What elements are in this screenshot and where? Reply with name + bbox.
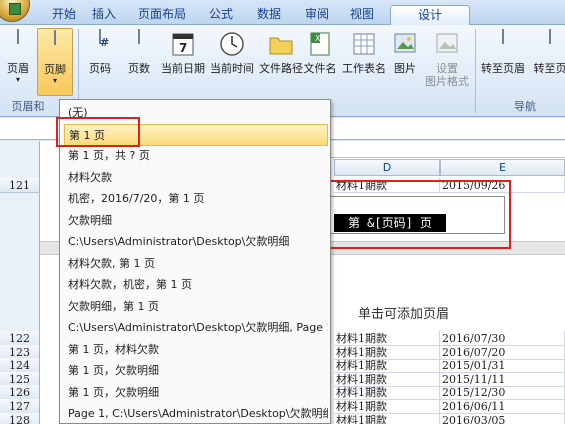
footer-dropdown-menu[interactable]: (无) 第 1 页第 1 页，共 ? 页材料欠款 机密，2016/7/20，第 1… [59, 99, 331, 424]
office-button[interactable] [0, 0, 30, 22]
group-label-navigation: 导航 [514, 100, 536, 113]
file-path-icon [268, 30, 294, 58]
goto-header-label: 转至页眉 [481, 62, 525, 75]
footer-button[interactable]: 页脚 ▾ [37, 28, 73, 96]
tab-4[interactable]: 数据 [251, 5, 287, 25]
cell-d[interactable]: 材料1期款 [334, 412, 440, 424]
page-number-label: 页码 [89, 62, 111, 75]
file-name-label: 文件名 [303, 62, 337, 75]
goto-footer-icon [537, 29, 563, 58]
goto-header-button[interactable]: 转至页眉 [480, 28, 526, 96]
dropdown-item[interactable]: 材料欠款 [64, 167, 328, 189]
header-icon [5, 29, 31, 58]
group-label-header-footer: 页眉和 [11, 100, 45, 113]
dropdown-item[interactable]: 第 1 页，欠款明细 [64, 382, 328, 404]
page-number-icon: # [87, 29, 113, 58]
annotation-box-footer [311, 180, 511, 249]
page-number-button[interactable]: # 页码 [82, 28, 118, 96]
tab-1[interactable]: 插入 [86, 5, 122, 25]
tab-0[interactable]: 开始 [46, 5, 82, 25]
dropdown-item[interactable]: 第 1 页，材料欠款 [64, 339, 328, 361]
dropdown-item[interactable]: 欠款明细 [64, 210, 328, 232]
row-number[interactable]: 121 [0, 178, 40, 193]
dropdown-item[interactable]: 第 1 页，欠款明细 [64, 360, 328, 382]
file-path-label: 文件路径 [259, 62, 303, 75]
footer-icon [42, 30, 68, 59]
picture-label: 图片 [394, 62, 416, 75]
page-count-button[interactable]: 页数 [120, 28, 158, 96]
svg-text:X: X [315, 34, 321, 43]
annotation-box-page1 [56, 117, 140, 147]
column-header-e[interactable]: E [440, 159, 565, 176]
group-separator [475, 29, 476, 113]
tab-6[interactable]: 视图 [344, 5, 380, 25]
dropdown-item[interactable]: C:\Users\Administrator\Desktop\欠款明细 [64, 231, 328, 253]
format-picture-button[interactable]: 设置 图片格式 [422, 28, 472, 96]
goto-header-icon [490, 29, 516, 58]
goto-footer-label: 转至页 [533, 62, 565, 75]
dropdown-item[interactable]: Page 1, C:\Users\Administrator\Desktop\欠… [64, 403, 328, 423]
current-date-button[interactable]: 7 当前日期 [160, 28, 206, 96]
format-picture-label-2: 图片格式 [425, 75, 469, 88]
current-date-icon: 7 [170, 30, 196, 58]
picture-button[interactable]: 图片 [390, 28, 420, 96]
dropdown-item[interactable]: 机密，2016/7/20，第 1 页 [64, 188, 328, 210]
current-time-label: 当前时间 [210, 62, 254, 75]
file-name-button[interactable]: X 文件名 [302, 28, 338, 96]
sheet-name-label: 工作表名 [342, 62, 386, 75]
tab-5[interactable]: 审阅 [299, 5, 335, 25]
tab-7[interactable]: 设计 [390, 5, 470, 25]
dropdown-item[interactable]: 欠款明细，第 1 页 [64, 296, 328, 318]
cell-e[interactable]: 2016/03/05 [440, 412, 565, 424]
dropdown-item[interactable]: 材料欠款，机密，第 1 页 [64, 274, 328, 296]
header-button[interactable]: 页眉 ▾ [2, 28, 34, 96]
page-count-icon [126, 29, 152, 58]
tab-2[interactable]: 页面布局 [132, 5, 192, 25]
add-header-hint[interactable]: 单击可添加页眉 [358, 303, 449, 322]
file-name-icon: X [307, 30, 333, 58]
sheet-name-icon [351, 30, 377, 58]
file-path-button[interactable]: 文件路径 [258, 28, 304, 96]
column-header-d[interactable]: D [334, 159, 440, 176]
current-date-label: 当前日期 [161, 62, 205, 75]
horizontal-ruler [300, 146, 565, 158]
format-picture-label-1: 设置 [436, 62, 458, 75]
current-time-icon [219, 30, 245, 58]
ribbon-tab-row: 开始 插入 页面布局 公式 数据 审阅 视图 设计 [0, 0, 565, 25]
picture-icon [392, 30, 418, 58]
dropdown-item[interactable]: 第 1 页，共 ? 页 [64, 145, 328, 167]
goto-footer-button[interactable]: 转至页 [528, 28, 565, 96]
row-number[interactable]: 128 [0, 412, 40, 424]
dropdown-item[interactable]: C:\Users\Administrator\Desktop\欠款明细, Pag… [64, 317, 328, 339]
dropdown-item[interactable]: 材料欠款, 第 1 页 [64, 253, 328, 275]
svg-text:7: 7 [179, 41, 187, 55]
sheet-name-button[interactable]: 工作表名 [342, 28, 386, 96]
tab-3[interactable]: 公式 [203, 5, 239, 25]
current-time-button[interactable]: 当前时间 [208, 28, 256, 96]
excel-logo-icon [9, 3, 21, 15]
page-count-label: 页数 [128, 62, 150, 75]
format-picture-icon [434, 30, 460, 58]
